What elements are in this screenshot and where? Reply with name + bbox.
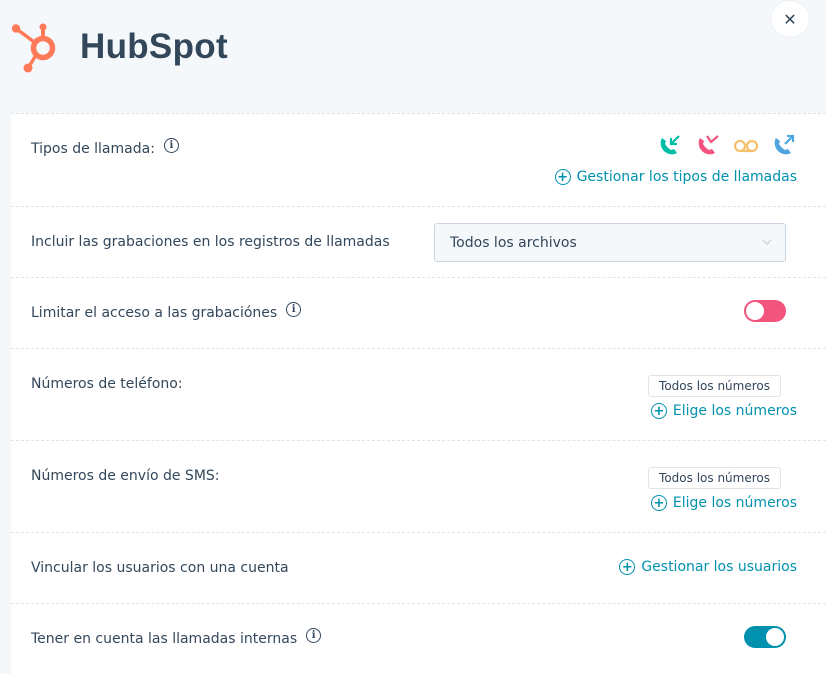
sms-numbers-tag: Todos los números xyxy=(648,467,781,489)
phone-numbers-label-wrap: Números de teléfono: xyxy=(31,376,183,392)
missed-call-icon xyxy=(698,135,719,155)
row-link-users: Vincular los usuarios con una cuenta + G… xyxy=(11,533,826,604)
add-circle-icon: + xyxy=(650,403,667,419)
toggle-knob xyxy=(746,302,764,320)
hubspot-sprocket-icon xyxy=(11,23,56,73)
row-call-types: Tipos de llamada: i + Gestionar los tipo… xyxy=(11,114,826,207)
voicemail-icon xyxy=(733,139,759,153)
choose-sms-numbers-link[interactable]: + Elige los números xyxy=(650,495,797,511)
sms-numbers-label-wrap: Números de envío de SMS: xyxy=(31,468,220,484)
info-icon[interactable]: i xyxy=(306,627,322,643)
info-icon[interactable]: i xyxy=(163,137,179,153)
recordings-select-value: Todos los archivos xyxy=(450,234,577,251)
call-type-icons xyxy=(657,132,797,158)
toggle-knob xyxy=(766,628,784,646)
sms-numbers-label: Números de envío de SMS: xyxy=(31,468,220,484)
restrict-access-label: Limitar el acceso a las grabaciónes xyxy=(31,305,278,321)
header: HubSpot ✕ xyxy=(0,0,826,112)
link-users-label-wrap: Vincular los usuarios con una cuenta xyxy=(31,560,289,576)
inbound-call-icon xyxy=(660,135,680,155)
choose-phone-numbers-label: Elige los números xyxy=(672,403,797,419)
restrict-access-toggle[interactable] xyxy=(744,300,786,322)
manage-call-types-label: Gestionar los tipos de llamadas xyxy=(576,169,797,185)
recordings-label: Incluir las grabaciones en los registros… xyxy=(31,234,390,250)
choose-sms-numbers-label: Elige los números xyxy=(672,495,797,511)
manage-users-label: Gestionar los usuarios xyxy=(641,559,797,575)
add-circle-icon: + xyxy=(619,559,636,575)
manage-call-types-link[interactable]: + Gestionar los tipos de llamadas xyxy=(554,169,797,185)
link-users-label: Vincular los usuarios con una cuenta xyxy=(31,560,289,576)
choose-phone-numbers-link[interactable]: + Elige los números xyxy=(650,403,797,419)
add-circle-icon: + xyxy=(650,495,667,511)
row-internal-calls: Tener en cuenta las llamadas internas i xyxy=(11,604,826,674)
close-button[interactable]: ✕ xyxy=(770,0,810,38)
recordings-label-wrap: Incluir las grabaciones en los registros… xyxy=(31,234,390,250)
call-types-label-wrap: Tipos de llamada: i xyxy=(31,137,179,157)
chevron-down-icon xyxy=(762,239,772,246)
close-icon: ✕ xyxy=(783,9,797,29)
manage-users-link[interactable]: + Gestionar los usuarios xyxy=(619,559,797,575)
row-sms-numbers: Números de envío de SMS: Todos los númer… xyxy=(11,441,826,533)
internal-calls-label: Tener en cuenta las llamadas internas xyxy=(31,631,298,647)
outbound-call-icon xyxy=(774,134,795,155)
phone-numbers-label: Números de teléfono: xyxy=(31,376,183,392)
restrict-access-label-wrap: Limitar el acceso a las grabaciónes i xyxy=(31,301,302,321)
internal-calls-toggle[interactable] xyxy=(744,626,786,648)
call-types-label: Tipos de llamada: xyxy=(31,141,155,157)
settings-panel: Tipos de llamada: i + Gestionar los tipo… xyxy=(11,113,826,674)
hubspot-logo: HubSpot xyxy=(10,20,228,76)
info-icon[interactable]: i xyxy=(286,301,302,317)
internal-calls-label-wrap: Tener en cuenta las llamadas internas i xyxy=(31,627,322,647)
phone-numbers-tag: Todos los números xyxy=(648,375,781,397)
row-recordings: Incluir las grabaciones en los registros… xyxy=(11,207,826,278)
recordings-select[interactable]: Todos los archivos xyxy=(434,223,786,262)
brand-name: HubSpot xyxy=(80,27,228,66)
row-restrict-access: Limitar el acceso a las grabaciónes i xyxy=(11,278,826,349)
row-phone-numbers: Números de teléfono: Todos los números +… xyxy=(11,349,826,441)
add-circle-icon: + xyxy=(554,169,571,185)
